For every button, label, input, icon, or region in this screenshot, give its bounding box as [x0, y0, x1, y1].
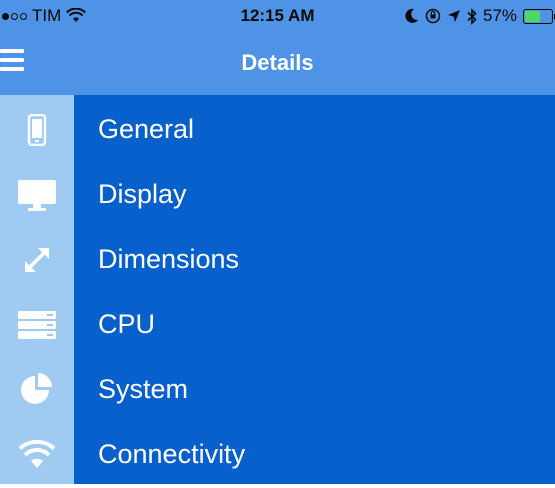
battery-percent: 57%: [482, 6, 517, 25]
menu-item-connectivity[interactable]: Connectivity: [0, 422, 555, 487]
bottom-edge: [0, 484, 555, 488]
menu-item-dimensions[interactable]: Dimensions: [0, 227, 555, 292]
pie-chart-icon: [21, 372, 52, 404]
menu-item-cpu[interactable]: CPU: [0, 292, 555, 357]
menu-item-label: Connectivity: [98, 439, 246, 469]
menu-item-label: Dimensions: [98, 244, 240, 274]
status-bar: TIM 12:15 AM 57%: [0, 0, 555, 32]
menu-item-label: System: [98, 374, 189, 404]
wifi-icon: [18, 439, 56, 468]
menu-item-label: Display: [98, 179, 187, 209]
orientation-lock-icon: [425, 8, 441, 24]
server-icon: [18, 310, 56, 339]
moon-icon: [405, 8, 418, 23]
menu-item-label: General: [98, 114, 195, 144]
menu-item-display[interactable]: Display: [0, 162, 555, 227]
status-right: 57%: [405, 6, 555, 26]
battery-level: [525, 10, 540, 22]
resize-arrows-icon: [24, 247, 50, 272]
navigation-bar: Details: [0, 32, 555, 95]
phone-icon: [27, 113, 47, 146]
bluetooth-icon: [467, 7, 477, 25]
menu-item-label: CPU: [98, 309, 156, 339]
page-title: Details: [241, 50, 314, 75]
monitor-icon: [18, 179, 56, 211]
menu-item-general[interactable]: General: [0, 97, 555, 162]
menu-item-system[interactable]: System: [0, 357, 555, 422]
location-arrow-icon: [447, 10, 460, 22]
battery-icon: [523, 8, 555, 24]
